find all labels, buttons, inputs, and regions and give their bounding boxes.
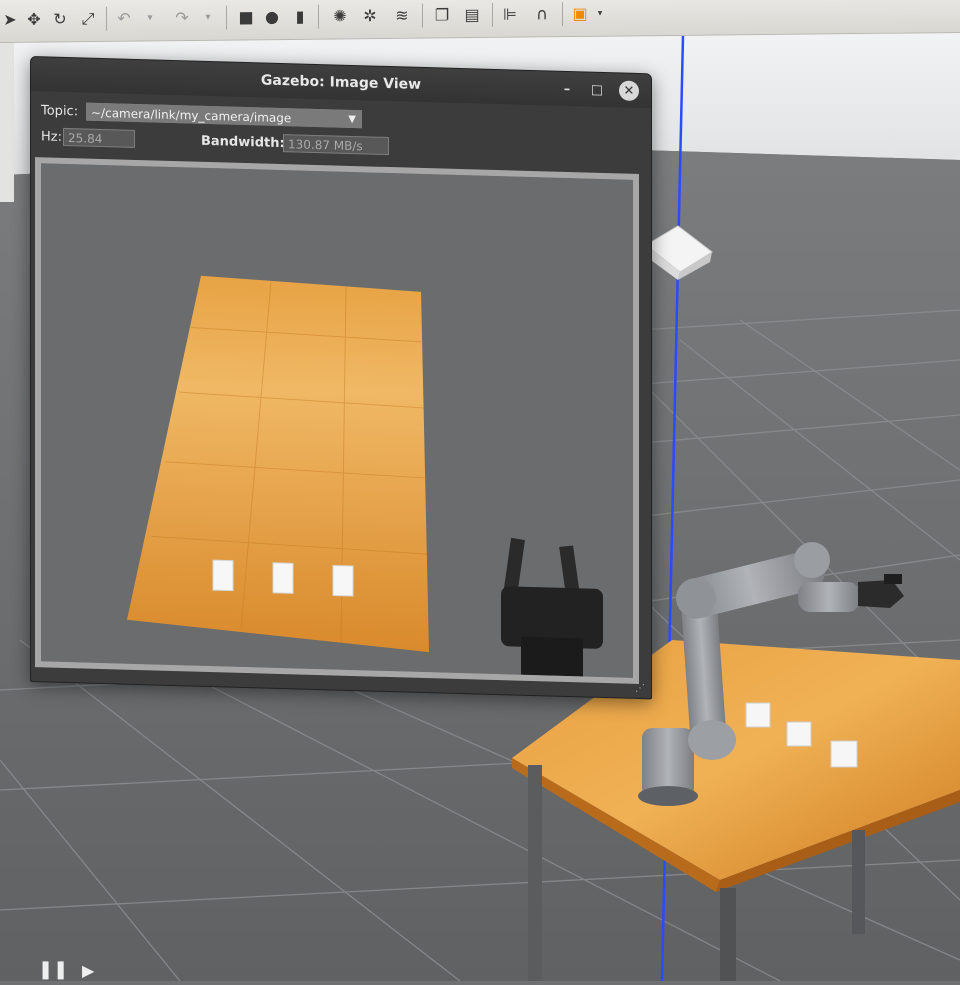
view-angle-dropdown-icon[interactable]: ▾: [590, 4, 610, 24]
camera-image: [41, 163, 633, 678]
topic-label: Topic:: [41, 103, 79, 120]
bandwidth-field: 130.87 MB/s: [283, 134, 389, 156]
toolbar-separator: [318, 4, 319, 29]
toolbar-separator: [226, 5, 227, 30]
redo-icon[interactable]: ↷: [172, 8, 192, 28]
bandwidth-value: 130.87 MB/s: [288, 137, 363, 154]
copy-icon[interactable]: ❐: [432, 5, 452, 25]
toolbar-separator: [106, 6, 107, 31]
pause-icon[interactable]: ❚❚: [38, 959, 68, 980]
rotate-icon[interactable]: ↻: [50, 9, 70, 29]
point-light-icon[interactable]: ✺: [330, 6, 350, 26]
toolbar-separator: [562, 2, 563, 27]
directional-light-icon[interactable]: ≋: [392, 6, 412, 26]
bandwidth-row: Bandwidth:: [201, 134, 285, 151]
view-angle-icon[interactable]: ▣: [570, 4, 590, 24]
chevron-down-icon: ▼: [348, 113, 356, 126]
undo-icon[interactable]: ↶: [114, 9, 134, 29]
scale-icon[interactable]: ⤢: [78, 9, 98, 29]
hz-value: 25.84: [68, 131, 103, 147]
translate-icon[interactable]: ✥: [24, 10, 44, 30]
select-arrow-icon[interactable]: ➤: [0, 10, 20, 30]
bandwidth-label: Bandwidth:: [201, 133, 285, 152]
left-panel-edge: [0, 42, 14, 202]
maximize-icon[interactable]: □: [587, 80, 607, 101]
close-icon[interactable]: ✕: [619, 80, 639, 102]
hz-label: Hz:: [41, 129, 62, 145]
hz-row: Hz:: [41, 129, 62, 145]
topic-dropdown[interactable]: ~/camera/link/my_camera/image ▼: [86, 102, 362, 129]
step-icon[interactable]: ▶: [82, 961, 94, 980]
camera-image-frame: [35, 157, 639, 685]
window-title: Gazebo: Image View: [260, 72, 422, 93]
redo-dropdown-icon[interactable]: ▾: [198, 8, 218, 28]
sphere-shape-icon[interactable]: ●: [262, 7, 282, 27]
resize-grip-icon[interactable]: ⋰: [635, 683, 645, 694]
hz-field: 25.84: [63, 127, 135, 148]
topic-row: Topic:: [41, 103, 78, 119]
topic-value: ~/camera/link/my_camera/image: [91, 105, 292, 126]
image-view-window: Gazebo: Image View – □ ✕ Topic: ~/camera…: [30, 56, 652, 700]
spot-light-icon[interactable]: ✲: [360, 6, 380, 26]
paste-icon[interactable]: ▤: [462, 5, 482, 25]
snap-icon[interactable]: ∩: [532, 4, 552, 24]
toolbar-separator: [422, 3, 423, 28]
cylinder-shape-icon[interactable]: ▮: [290, 7, 310, 27]
toolbar-separator: [492, 2, 493, 27]
camera-image-render: [41, 163, 633, 678]
align-icon[interactable]: ⊫: [500, 5, 520, 25]
minimize-icon[interactable]: –: [557, 79, 577, 100]
box-shape-icon[interactable]: ■: [236, 7, 256, 27]
undo-dropdown-icon[interactable]: ▾: [140, 8, 160, 28]
